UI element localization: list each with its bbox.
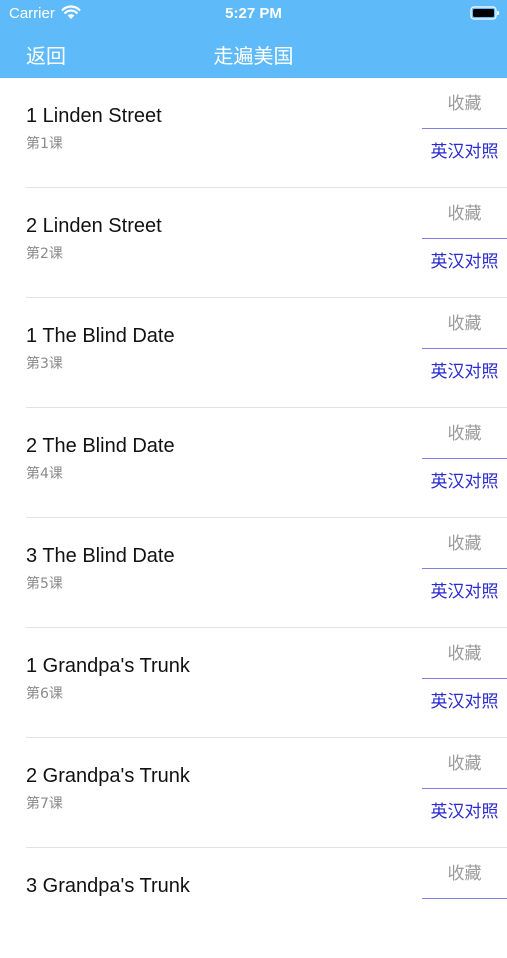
favorite-button[interactable]: 收藏 [422,862,507,898]
button-divider [422,128,507,129]
button-divider [422,568,507,569]
lesson-row[interactable]: 1 Grandpa's Trunk 第6课 收藏 英汉对照 [0,628,507,738]
lesson-row[interactable]: 3 The Blind Date 第5课 收藏 英汉对照 [0,518,507,628]
bilingual-button[interactable]: 英汉对照 [422,580,507,610]
lesson-list: 1 Linden Street 第1课 收藏 英汉对照 2 Linden Str… [0,78,507,958]
status-time: 5:27 PM [225,5,282,22]
bilingual-button[interactable]: 英汉对照 [422,140,507,170]
lesson-row[interactable]: 1 Linden Street 第1课 收藏 英汉对照 [0,78,507,188]
bilingual-button[interactable]: 英汉对照 [422,470,507,500]
bilingual-button[interactable]: 英汉对照 [422,690,507,720]
favorite-button[interactable]: 收藏 [422,532,507,568]
button-divider [422,348,507,349]
favorite-button[interactable]: 收藏 [422,92,507,128]
button-divider [422,678,507,679]
lesson-row[interactable]: 3 Grandpa's Trunk 收藏 [0,848,507,958]
lesson-row[interactable]: 1 The Blind Date 第3课 收藏 英汉对照 [0,298,507,408]
lesson-number: 第5课 [26,576,63,592]
bilingual-button[interactable]: 英汉对照 [422,800,507,830]
lesson-row[interactable]: 2 Grandpa's Trunk 第7课 收藏 英汉对照 [0,738,507,848]
favorite-button[interactable]: 收藏 [422,752,507,788]
lesson-number: 第7课 [26,796,63,812]
lesson-number: 第6课 [26,686,63,702]
lesson-number: 第2课 [26,246,63,262]
back-button[interactable]: 返回 [26,40,66,69]
lesson-title: 1 Grandpa's Trunk [26,655,190,677]
lesson-number: 第4课 [26,466,63,482]
button-divider [422,458,507,459]
favorite-button[interactable]: 收藏 [422,422,507,458]
lesson-number: 第3课 [26,356,63,372]
favorite-button[interactable]: 收藏 [422,312,507,348]
lesson-title: 3 The Blind Date [26,545,175,567]
lesson-number: 第1课 [26,136,63,152]
favorite-button[interactable]: 收藏 [422,202,507,238]
battery-icon [470,6,499,20]
favorite-button[interactable]: 收藏 [422,642,507,678]
lesson-title: 2 Grandpa's Trunk [26,765,190,787]
bilingual-button[interactable]: 英汉对照 [422,360,507,390]
lesson-row[interactable]: 2 Linden Street 第2课 收藏 英汉对照 [0,188,507,298]
bilingual-button[interactable]: 英汉对照 [422,250,507,280]
page-title: 走遍美国 [213,44,294,68]
lesson-title: 2 Linden Street [26,215,162,237]
lesson-title: 2 The Blind Date [26,435,175,457]
button-divider [422,788,507,789]
bilingual-button[interactable] [422,910,507,940]
lesson-title: 3 Grandpa's Trunk [26,875,190,897]
lesson-row[interactable]: 2 The Blind Date 第4课 收藏 英汉对照 [0,408,507,518]
lesson-title: 1 The Blind Date [26,325,175,347]
button-divider [422,238,507,239]
lesson-title: 1 Linden Street [26,105,162,127]
nav-bar: 返回 走遍美国 [0,30,507,74]
button-divider [422,898,507,899]
header: Carrier 5:27 PM 返回 走遍美国 [0,0,507,78]
status-bar: Carrier 5:27 PM [0,0,507,28]
